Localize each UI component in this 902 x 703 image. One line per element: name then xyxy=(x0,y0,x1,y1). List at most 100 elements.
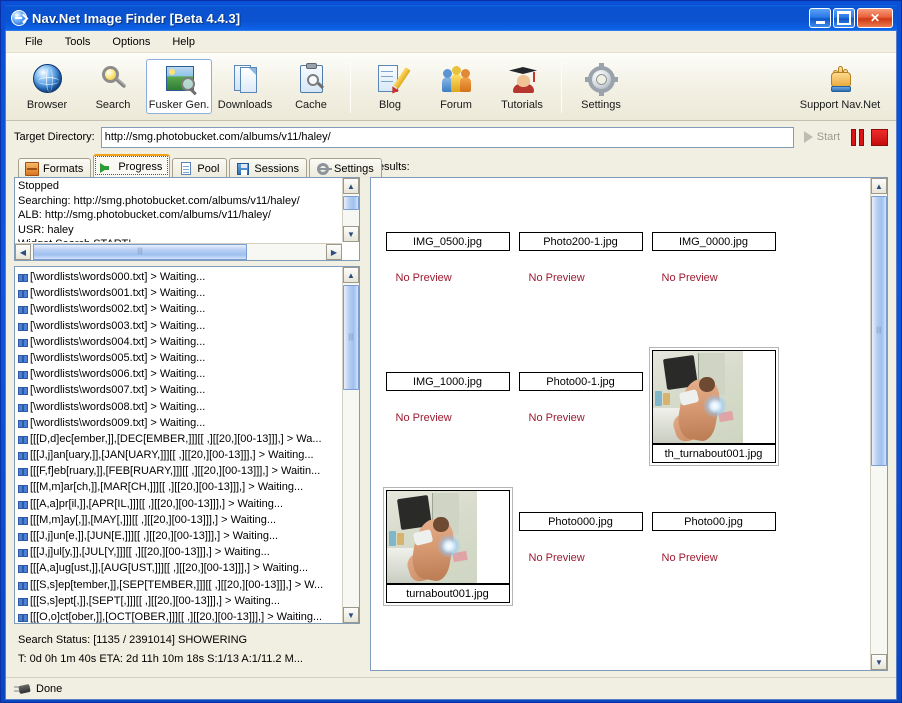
scroll-track[interactable]: ||| xyxy=(343,283,359,607)
scroll-track[interactable]: ||| xyxy=(871,194,887,654)
result-filename-label[interactable]: Photo00-1.jpg xyxy=(518,372,643,391)
result-item[interactable]: No Preview IMG_1000.jpg xyxy=(381,326,514,466)
tab-formats[interactable]: Formats xyxy=(18,158,92,178)
wordlist-row-label: [\wordlists\words001.txt] > Waiting... xyxy=(30,287,206,300)
wordlist-row[interactable]: [\wordlists\words001.txt] > Waiting... xyxy=(15,285,341,301)
target-directory-input[interactable] xyxy=(100,126,794,148)
wordlist-row[interactable]: [\wordlists\words003.txt] > Waiting... xyxy=(15,318,341,334)
log-horizontal-scrollbar[interactable]: ◀ ||| ▶ xyxy=(15,243,342,260)
scroll-thumb[interactable]: ||| xyxy=(343,285,359,390)
wordlist-row[interactable]: [\wordlists\words006.txt] > Waiting... xyxy=(15,366,341,382)
start-button[interactable]: Start xyxy=(800,129,844,145)
wordlist-row[interactable]: [[[S,s]ept[,]],[SEPT[,]]][[ ,][[20,][00-… xyxy=(15,593,341,609)
result-filename-label[interactable]: Photo00.jpg xyxy=(651,512,776,531)
wordlist-row[interactable]: [[[A,a]ug[ust,]],[AUG[UST,]]][[ ,][[20,]… xyxy=(15,560,341,576)
pages-icon xyxy=(228,63,262,97)
result-filename-label[interactable]: IMG_1000.jpg xyxy=(385,372,510,391)
close-button[interactable]: ✕ xyxy=(857,8,893,28)
result-item[interactable]: No Preview Photo00.jpg xyxy=(647,466,780,606)
scroll-down-icon[interactable]: ▼ xyxy=(343,607,359,623)
scroll-track[interactable]: ||| xyxy=(31,244,326,260)
wordlist-row[interactable]: [[[D,d]ec[ember,]],[DEC[EMBER,]]][[ ,][[… xyxy=(15,431,341,447)
wordlist-row[interactable]: [\wordlists\words008.txt] > Waiting... xyxy=(15,399,341,415)
results-vertical-scrollbar[interactable]: ▲ ||| ▼ xyxy=(870,178,887,670)
result-filename-label[interactable]: IMG_0500.jpg xyxy=(385,232,510,251)
scroll-right-icon[interactable]: ▶ xyxy=(326,244,342,260)
toolbar-button-fusker-gen[interactable]: Fusker Gen. xyxy=(146,59,212,114)
queue-item-icon xyxy=(18,386,28,396)
scroll-thumb[interactable]: ||| xyxy=(33,244,247,260)
tab-settings[interactable]: Settings xyxy=(309,158,382,178)
menu-item-file[interactable]: File xyxy=(14,33,54,51)
result-filename-label[interactable]: IMG_0000.jpg xyxy=(651,232,776,251)
scroll-thumb[interactable] xyxy=(343,196,359,210)
scroll-down-icon[interactable]: ▼ xyxy=(343,226,359,242)
toolbar-button-downloads[interactable]: Downloads xyxy=(212,59,278,114)
wordlist-row[interactable]: [[[J,j]ul[y,]],[JUL[Y,]]][[ ,][[20,][00-… xyxy=(15,544,341,560)
wordlist-row[interactable]: [[[F,f]eb[ruary,]],[FEB[RUARY,]]][[ ,][[… xyxy=(15,463,341,479)
scroll-up-icon[interactable]: ▲ xyxy=(343,267,359,283)
result-item[interactable]: No Preview IMG_0500.jpg xyxy=(381,186,514,326)
result-thumbnail-image[interactable] xyxy=(385,490,510,584)
wordlist-vertical-scrollbar[interactable]: ▲ ||| ▼ xyxy=(342,267,359,623)
result-thumbnail-wrap: No Preview IMG_0000.jpg xyxy=(651,232,776,326)
support-nav-net-button[interactable]: Support Nav.Net xyxy=(794,59,886,114)
scroll-down-icon[interactable]: ▼ xyxy=(871,654,887,670)
wordlist-row[interactable]: [\wordlists\words002.txt] > Waiting... xyxy=(15,301,341,317)
scroll-up-icon[interactable]: ▲ xyxy=(871,178,887,194)
scroll-track[interactable] xyxy=(343,194,359,226)
no-preview-label: No Preview xyxy=(528,412,585,424)
toolbar-button-forum[interactable]: Forum xyxy=(423,59,489,114)
result-item[interactable]: No Preview Photo00-1.jpg xyxy=(514,326,647,466)
toolbar-button-cache[interactable]: Cache xyxy=(278,59,344,114)
toolbar-button-search[interactable]: Search xyxy=(80,59,146,114)
scroll-up-icon[interactable]: ▲ xyxy=(343,178,359,194)
scroll-thumb[interactable]: ||| xyxy=(871,196,887,466)
result-filename-label[interactable]: turnabout001.jpg xyxy=(385,584,510,603)
result-item[interactable]: turnabout001.jpg xyxy=(381,466,514,606)
wordlist-row[interactable]: [[[O,o]ct[ober,]],[OCT[OBER,]]][[ ,][[20… xyxy=(15,609,341,623)
tab-pool[interactable]: Pool xyxy=(172,158,228,178)
scroll-left-icon[interactable]: ◀ xyxy=(15,244,31,260)
result-filename-label[interactable]: th_turnabout001.jpg xyxy=(651,444,776,463)
progress-log-list[interactable]: Stopped Searching: http://smg.photobucke… xyxy=(14,177,360,261)
result-item[interactable]: No Preview Photo000.jpg xyxy=(514,466,647,606)
result-filename-label[interactable]: Photo000.jpg xyxy=(518,512,643,531)
toolbar-button-browser[interactable]: Browser xyxy=(14,59,80,114)
stop-button[interactable] xyxy=(871,128,888,146)
wordlist-row[interactable]: [[[J,j]un[e,]],[JUN[E,]]][[ ,][[20,][00-… xyxy=(15,528,341,544)
result-thumbnail-wrap: No Preview Photo200-1.jpg xyxy=(518,232,643,326)
toolbar-button-settings[interactable]: Settings xyxy=(568,59,634,114)
pause-button[interactable] xyxy=(850,128,865,147)
result-thumbnail-image[interactable] xyxy=(651,350,776,444)
queue-item-icon xyxy=(18,581,28,590)
wordlist-row[interactable]: [[[J,j]an[uary,]],[JAN[UARY,]]][[ ,][[20… xyxy=(15,447,341,463)
log-vertical-scrollbar[interactable]: ▲ ▼ xyxy=(342,178,359,242)
toolbar-button-blog[interactable]: Blog xyxy=(357,59,423,114)
result-filename-label[interactable]: Photo200-1.jpg xyxy=(518,232,643,251)
results-grid: No Preview IMG_0500.jpg No Preview Photo200… xyxy=(371,178,869,670)
tab-sessions[interactable]: Sessions xyxy=(229,158,308,178)
result-item[interactable]: No Preview IMG_0000.jpg xyxy=(647,186,780,326)
wordlist-row[interactable]: [[[M,m]ar[ch,]],[MAR[CH,]]][[ ,][[20,][0… xyxy=(15,479,341,495)
wordlist-row[interactable]: [\wordlists\words000.txt] > Waiting... xyxy=(15,269,341,285)
toolbar-group-community: Blog Forum Tutorials xyxy=(357,59,555,114)
menu-item-tools[interactable]: Tools xyxy=(54,33,102,51)
wordlist-row[interactable]: [\wordlists\words007.txt] > Waiting... xyxy=(15,382,341,398)
results-panel[interactable]: No Preview IMG_0500.jpg No Preview Photo200… xyxy=(370,177,888,671)
wordlist-queue-list[interactable]: [\wordlists\words000.txt] > Waiting... [\… xyxy=(14,266,360,624)
result-item[interactable]: th_turnabout001.jpg xyxy=(647,326,780,466)
wordlist-row[interactable]: [\wordlists\words004.txt] > Waiting... xyxy=(15,334,341,350)
wordlist-row[interactable]: [[[M,m]ay[,]],[MAY[,]]][[ ,][[20,][00-13… xyxy=(15,512,341,528)
result-item[interactable]: No Preview Photo200-1.jpg xyxy=(514,186,647,326)
wordlist-row[interactable]: [[[S,s]ep[tember,]],[SEP[TEMBER,]]][[ ,]… xyxy=(15,577,341,593)
minimize-button[interactable] xyxy=(809,8,831,28)
toolbar-button-tutorials[interactable]: Tutorials xyxy=(489,59,555,114)
menu-item-options[interactable]: Options xyxy=(101,33,161,51)
wordlist-row[interactable]: [\wordlists\words005.txt] > Waiting... xyxy=(15,350,341,366)
tab-progress[interactable]: Progress xyxy=(93,154,171,177)
menu-item-help[interactable]: Help xyxy=(161,33,206,51)
wordlist-row[interactable]: [\wordlists\words009.txt] > Waiting... xyxy=(15,415,341,431)
wordlist-row[interactable]: [[[A,a]pr[il,]],[APR[IL,]]][[ ,][[20,][0… xyxy=(15,496,341,512)
maximize-button[interactable] xyxy=(833,8,855,28)
